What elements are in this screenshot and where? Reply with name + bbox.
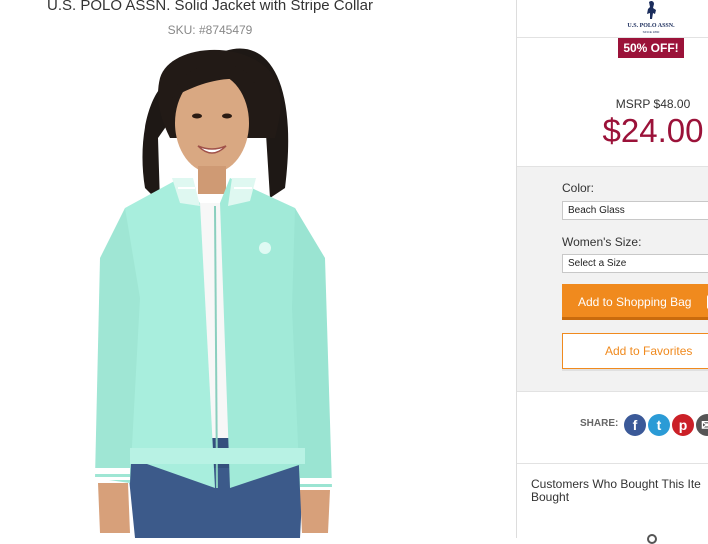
product-image[interactable] xyxy=(60,38,420,538)
product-title: U.S. POLO ASSN. Solid Jacket with Stripe… xyxy=(47,0,373,14)
share-label: SHARE: xyxy=(580,418,619,429)
add-to-bag-button[interactable]: Add to Shopping Bag xyxy=(562,284,708,320)
brand-tagline: SINCE 1890 xyxy=(642,30,660,34)
color-select[interactable]: Beach Glass xyxy=(562,201,708,220)
divider xyxy=(517,463,708,464)
polo-horse-icon xyxy=(647,0,656,19)
msrp-price: MSRP $48.00 xyxy=(615,97,691,111)
divider xyxy=(517,391,708,392)
sale-price: $24.00 xyxy=(602,112,704,149)
product-options-panel: Color: Beach Glass Women's Size: Select … xyxy=(517,167,708,391)
carousel-indicator-icon[interactable] xyxy=(647,534,657,544)
recommendations-heading: Customers Who Bought This Ite Bought xyxy=(531,478,708,504)
add-to-favorites-button[interactable]: Add to Favorites xyxy=(562,333,708,369)
recommendations-line2: Bought xyxy=(531,490,570,504)
purchase-sidebar: U.S. POLO ASSN. SINCE 1890 50% OFF! MSRP… xyxy=(516,0,708,544)
size-select[interactable]: Select a Size xyxy=(562,254,708,273)
twitter-icon[interactable]: t xyxy=(648,414,670,436)
facebook-icon[interactable]: f xyxy=(624,414,646,436)
size-label: Women's Size: xyxy=(562,235,642,249)
color-label: Color: xyxy=(562,181,595,195)
add-to-bag-label: Add to Shopping Bag xyxy=(578,295,692,309)
brand-logo[interactable]: U.S. POLO ASSN. SINCE 1890 xyxy=(621,0,681,34)
discount-badge: 50% OFF! xyxy=(618,38,684,58)
sku-label: SKU: #8745479 xyxy=(167,23,253,37)
brand-name: U.S. POLO ASSN. xyxy=(627,23,675,29)
pinterest-icon[interactable]: p xyxy=(672,414,694,436)
email-icon[interactable]: ✉ xyxy=(696,414,708,436)
